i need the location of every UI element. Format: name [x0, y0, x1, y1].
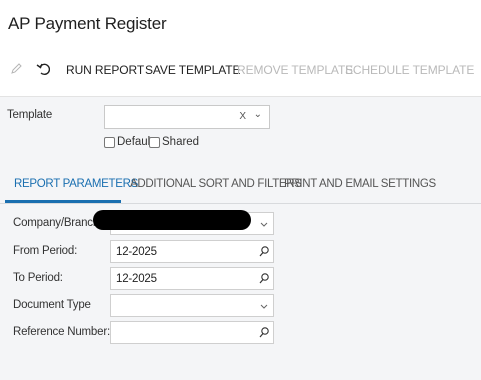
search-icon[interactable]	[258, 326, 270, 339]
default-checkbox-label: Default	[117, 136, 154, 148]
tab-additional-sort-and-filters[interactable]: ADDITIONAL SORT AND FILTERS	[130, 178, 302, 190]
remove-template-button[interactable]: REMOVE TEMPLATE	[237, 63, 353, 77]
page-title: AP Payment Register	[8, 14, 167, 33]
run-report-button[interactable]: RUN REPORT	[66, 63, 144, 77]
chevron-down-icon[interactable]: ⌄	[254, 109, 262, 120]
tab-bar: REPORT PARAMETERS ADDITIONAL SORT AND FI…	[0, 160, 481, 204]
save-template-button[interactable]: SAVE TEMPLATE	[145, 63, 241, 77]
chevron-down-icon[interactable]	[258, 299, 270, 312]
from-period-field[interactable]: 12-2025	[110, 240, 274, 263]
company-branch-label: Company/Branch:	[13, 217, 103, 229]
clear-icon[interactable]: X	[239, 111, 246, 122]
tab-print-and-email-settings[interactable]: PRINT AND EMAIL SETTINGS	[284, 178, 436, 190]
template-label: Template	[7, 109, 53, 121]
shared-checkbox-label: Shared	[162, 136, 200, 148]
tab-report-parameters[interactable]: REPORT PARAMETERS	[14, 178, 138, 190]
toolbar: RUN REPORT SAVE TEMPLATE REMOVE TEMPLATE…	[0, 58, 481, 84]
template-panel: Template X ⌄ Default Shared	[0, 96, 481, 160]
reference-number-label: Reference Number:	[13, 326, 110, 338]
to-period-value: 12-2025	[116, 273, 157, 285]
active-tab-indicator	[5, 200, 121, 203]
default-checkbox[interactable]	[104, 137, 115, 148]
report-parameters-panel: Company/Branch: From Period: 12-2025 To …	[0, 204, 481, 380]
to-period-label: To Period:	[13, 272, 63, 284]
to-period-field[interactable]: 12-2025	[110, 267, 274, 290]
reference-number-field[interactable]	[110, 321, 274, 344]
chevron-down-icon[interactable]	[258, 217, 270, 230]
document-type-label: Document Type	[13, 299, 91, 311]
schedule-template-button[interactable]: SCHEDULE TEMPLATE	[345, 63, 474, 77]
redaction-bar	[93, 210, 251, 230]
pencil-icon[interactable]	[7, 60, 25, 78]
document-type-field[interactable]	[110, 294, 274, 317]
from-period-label: From Period:	[13, 245, 78, 257]
from-period-value: 12-2025	[116, 246, 157, 258]
search-icon[interactable]	[258, 245, 270, 258]
search-icon[interactable]	[258, 272, 270, 285]
shared-checkbox[interactable]	[149, 137, 160, 148]
template-select[interactable]: X ⌄	[104, 105, 270, 129]
undo-icon[interactable]	[34, 60, 52, 78]
